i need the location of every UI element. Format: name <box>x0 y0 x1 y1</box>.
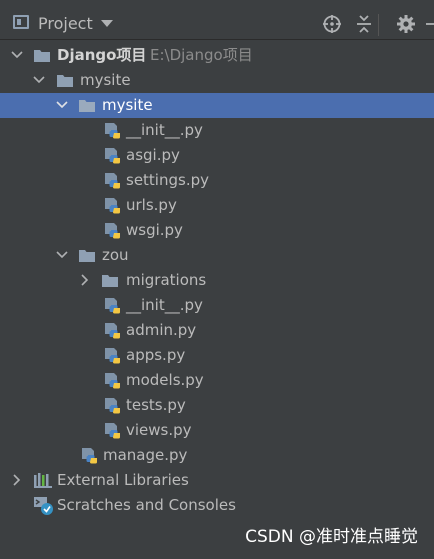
expanded-arrow-icon[interactable] <box>32 73 46 87</box>
tree-row-file[interactable]: asgi.py <box>0 143 434 168</box>
project-toolbar: Project <box>0 0 434 40</box>
tree-label: models.py <box>126 371 204 389</box>
tree-label: mysite <box>102 96 153 114</box>
tree-row-file[interactable]: models.py <box>0 368 434 393</box>
collapsed-arrow-icon[interactable] <box>10 473 24 487</box>
tree-label: views.py <box>126 421 192 439</box>
tree-row-file[interactable]: urls.py <box>0 193 434 218</box>
tree-row-file[interactable]: admin.py <box>0 318 434 343</box>
tree-row-file[interactable]: __init__.py <box>0 118 434 143</box>
python-file-icon <box>105 348 120 364</box>
expanded-arrow-icon[interactable] <box>10 48 24 62</box>
locate-icon[interactable] <box>322 14 342 34</box>
dropdown-caret-icon[interactable] <box>101 20 113 27</box>
tree-row-file[interactable]: manage.py <box>0 443 434 468</box>
folder-icon <box>57 75 73 87</box>
folder-icon <box>34 50 50 62</box>
tree-label: admin.py <box>126 321 197 339</box>
tree-label: zou <box>102 246 129 264</box>
project-view-title[interactable]: Project <box>38 14 93 34</box>
tree-label: mysite <box>80 71 131 89</box>
tree-label: __init__.py <box>126 296 203 314</box>
tree-row-file[interactable]: wsgi.py <box>0 218 434 243</box>
python-file-icon <box>105 173 120 189</box>
project-view-icon <box>13 15 29 29</box>
collapsed-arrow-icon[interactable] <box>78 273 92 287</box>
tree-row-project-root[interactable]: Django项目 E:\Django项目 <box>0 43 434 68</box>
tree-row-folder[interactable]: zou <box>0 243 434 268</box>
tree-row-file[interactable]: apps.py <box>0 343 434 368</box>
tree-row-folder[interactable]: mysite <box>0 68 434 93</box>
tree-row-scratches[interactable]: Scratches and Consoles <box>0 493 434 518</box>
tree-label: manage.py <box>103 446 188 464</box>
folder-icon <box>79 100 95 112</box>
expanded-arrow-icon[interactable] <box>55 248 69 262</box>
tree-label: urls.py <box>126 196 177 214</box>
scratches-icon <box>34 497 53 515</box>
tree-label: asgi.py <box>126 146 180 164</box>
tree-label: apps.py <box>126 346 186 364</box>
tree-label: External Libraries <box>57 471 189 489</box>
folder-icon <box>102 275 118 287</box>
tree-row-file[interactable]: views.py <box>0 418 434 443</box>
tree-row-folder[interactable]: migrations <box>0 268 434 293</box>
python-file-icon <box>105 148 120 164</box>
expanded-arrow-icon[interactable] <box>55 98 69 112</box>
toolbar-separator <box>378 14 379 36</box>
hide-icon[interactable] <box>424 14 434 34</box>
library-icon <box>34 473 52 488</box>
python-file-icon <box>105 123 120 139</box>
folder-icon <box>79 250 95 262</box>
tree-row-external-libraries[interactable]: External Libraries <box>0 468 434 493</box>
tree-label: migrations <box>126 271 207 289</box>
tree-label: Django项目 <box>57 46 147 64</box>
python-file-icon <box>105 373 120 389</box>
python-file-icon <box>105 298 120 314</box>
settings-gear-icon[interactable] <box>396 14 416 34</box>
python-file-icon <box>82 448 97 464</box>
tree-row-file[interactable]: tests.py <box>0 393 434 418</box>
tree-row-file[interactable]: settings.py <box>0 168 434 193</box>
tree-label: tests.py <box>126 396 186 414</box>
tree-row-folder-selected[interactable]: mysite <box>0 93 434 118</box>
python-file-icon <box>105 423 120 439</box>
tree-row-file[interactable]: __init__.py <box>0 293 434 318</box>
collapse-all-icon[interactable] <box>354 14 374 34</box>
python-file-icon <box>105 223 120 239</box>
tree-label: settings.py <box>126 171 209 189</box>
watermark: CSDN @准时准点睡觉 <box>245 527 418 547</box>
tree-label: __init__.py <box>126 121 203 139</box>
python-file-icon <box>105 198 120 214</box>
tree-label: wsgi.py <box>126 221 183 239</box>
python-file-icon <box>105 398 120 414</box>
python-file-icon <box>105 323 120 339</box>
project-path: E:\Django项目 <box>150 46 253 64</box>
tree-label: Scratches and Consoles <box>57 496 236 514</box>
